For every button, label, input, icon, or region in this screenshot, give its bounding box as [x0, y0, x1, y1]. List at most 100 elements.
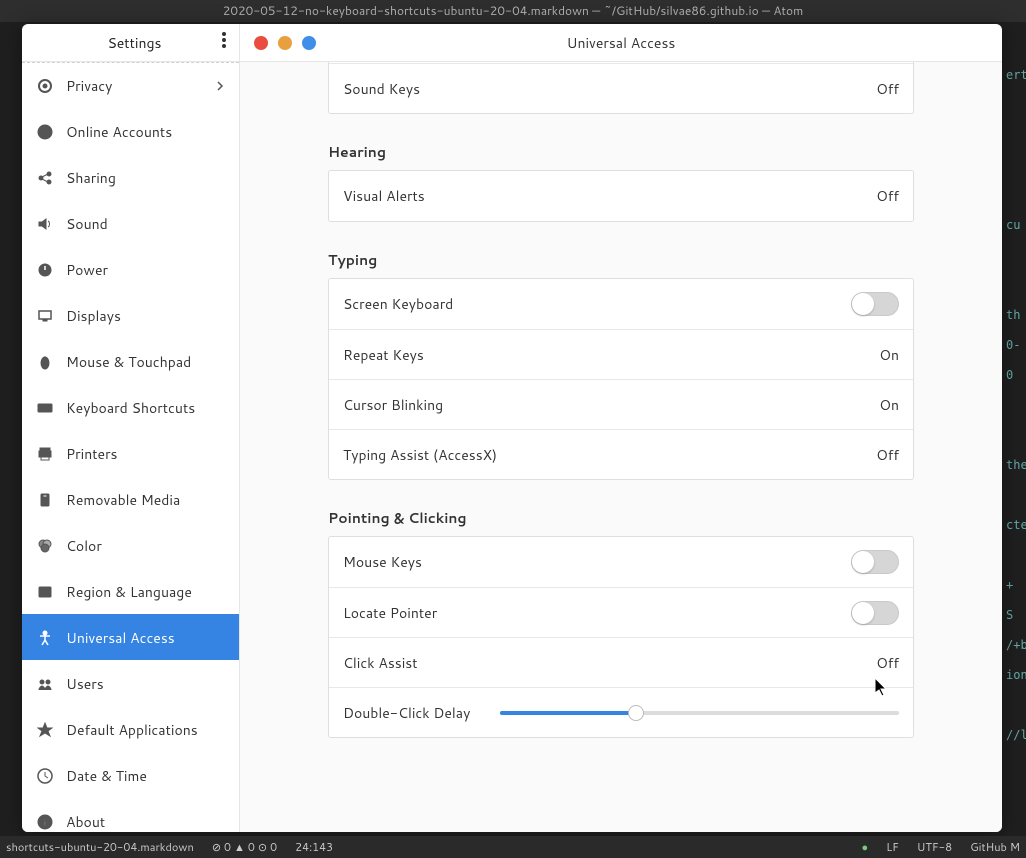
- sidebar-item-label: Removable Media: [66, 490, 180, 510]
- sidebar-item-sharing[interactable]: Sharing: [22, 154, 239, 200]
- page-title: Universal Access: [240, 33, 1002, 53]
- row-label: Locate Pointer: [343, 603, 437, 623]
- about-icon: i: [36, 813, 54, 831]
- status-diagnostics: ⊘ 0 ▲ 0 ⊙ 0: [212, 839, 277, 855]
- keyboard-shortcuts-icon: [36, 399, 54, 417]
- row-value: Off: [876, 186, 899, 206]
- row-sound-keys[interactable]: Sound Keys Off: [329, 63, 913, 113]
- settings-content[interactable]: Sound KeysOffHearingVisual AlertsOffTypi…: [240, 62, 1002, 832]
- sidebar-item-label: Keyboard Shortcuts: [66, 398, 195, 418]
- sidebar-item-removable-media[interactable]: Removable Media: [22, 476, 239, 522]
- sidebar-item-about[interactable]: i About: [22, 798, 239, 832]
- section-head-typing: Typing: [328, 250, 914, 270]
- sidebar-item-users[interactable]: Users: [22, 660, 239, 706]
- row-label: Mouse Keys: [343, 552, 422, 572]
- titlebar: Settings Universal Access: [22, 24, 1002, 62]
- row-value: Off: [876, 445, 899, 465]
- row-label: Cursor Blinking: [343, 395, 443, 415]
- sidebar-item-keyboard-shortcuts[interactable]: Keyboard Shortcuts: [22, 384, 239, 430]
- hamburger-menu-button[interactable]: [209, 24, 239, 62]
- sidebar-item-label: Default Applications: [66, 720, 198, 740]
- toggle-locate-pointer[interactable]: [851, 601, 899, 625]
- row-label: Screen Keyboard: [343, 294, 453, 314]
- region-language-icon: A: [36, 583, 54, 601]
- row-locate-pointer[interactable]: Locate Pointer: [329, 587, 913, 637]
- kebab-icon: [222, 32, 226, 53]
- sidebar-item-label: Sharing: [66, 168, 116, 188]
- sidebar-item-privacy[interactable]: Privacy: [22, 62, 239, 108]
- status-line-ending[interactable]: LF: [886, 839, 899, 855]
- slider-double-click-delay[interactable]: [500, 711, 899, 715]
- power-icon: [36, 261, 54, 279]
- sidebar-item-mouse-touchpad[interactable]: Mouse & Touchpad: [22, 338, 239, 384]
- privacy-icon: [36, 77, 54, 95]
- window-controls: [240, 36, 316, 50]
- users-icon: [36, 675, 54, 693]
- sidebar-item-sound[interactable]: Sound: [22, 200, 239, 246]
- row-label: Repeat Keys: [343, 345, 424, 365]
- sidebar-item-online-accounts[interactable]: @ Online Accounts: [22, 108, 239, 154]
- row-double-click-delay: Double-Click Delay: [329, 687, 913, 737]
- toggle-screen-keyboard[interactable]: [851, 292, 899, 316]
- sidebar-item-label: Online Accounts: [66, 122, 172, 142]
- sidebar-item-label: Users: [66, 674, 104, 694]
- svg-text:A: A: [42, 586, 48, 598]
- svg-text:@: @: [40, 126, 50, 140]
- settings-sidebar[interactable]: Privacy @ Online Accounts Sharing Sound Power…: [22, 62, 240, 832]
- row-label: Double-Click Delay: [343, 703, 470, 723]
- sidebar-item-label: About: [66, 812, 105, 832]
- row-value: Off: [876, 79, 899, 99]
- sidebar-item-label: Privacy: [66, 76, 112, 96]
- row-value: On: [879, 395, 899, 415]
- section-head-pointing-clicking: Pointing & Clicking: [328, 508, 914, 528]
- date-time-icon: [36, 767, 54, 785]
- sidebar-item-color[interactable]: Color: [22, 522, 239, 568]
- row-value: On: [879, 345, 899, 365]
- chevron-right-icon: [215, 76, 225, 96]
- color-icon: [36, 537, 54, 555]
- search-button[interactable]: [22, 24, 60, 62]
- row-repeat-keys[interactable]: Repeat Keys On: [329, 329, 913, 379]
- maximize-window-button[interactable]: [302, 36, 316, 50]
- status-language[interactable]: GitHub M: [970, 839, 1020, 855]
- close-window-button[interactable]: [254, 36, 268, 50]
- sidebar-item-label: Displays: [66, 306, 121, 326]
- row-label: Visual Alerts: [343, 186, 425, 206]
- status-encoding[interactable]: UTF-8: [917, 839, 952, 855]
- sidebar-item-region-language[interactable]: A Region & Language: [22, 568, 239, 614]
- sidebar-item-label: Date & Time: [66, 766, 147, 786]
- row-screen-keyboard[interactable]: Screen Keyboard: [329, 279, 913, 329]
- section-head-hearing: Hearing: [328, 142, 914, 162]
- sidebar-item-label: Color: [66, 536, 102, 556]
- row-label: Sound Keys: [343, 79, 420, 99]
- atom-status-bar: shortcuts-ubuntu-20-04.markdown ⊘ 0 ▲ 0 …: [0, 836, 1026, 858]
- sidebar-item-date-time[interactable]: Date & Time: [22, 752, 239, 798]
- sidebar-item-printers[interactable]: Printers: [22, 430, 239, 476]
- sidebar-item-default-applications[interactable]: Default Applications: [22, 706, 239, 752]
- mouse-touchpad-icon: [36, 353, 54, 371]
- row-value: Off: [876, 653, 899, 673]
- row-visual-alerts[interactable]: Visual Alerts Off: [329, 171, 913, 221]
- row-typing-assist-accessx-[interactable]: Typing Assist (AccessX)Off: [329, 429, 913, 479]
- svg-text:i: i: [44, 816, 47, 830]
- sidebar-item-label: Power: [66, 260, 108, 280]
- sound-icon: [36, 215, 54, 233]
- sidebar-item-universal-access[interactable]: Universal Access: [22, 614, 239, 660]
- row-cursor-blinking[interactable]: Cursor Blinking On: [329, 379, 913, 429]
- universal-access-icon: [36, 629, 54, 647]
- sidebar-item-label: Universal Access: [66, 628, 175, 648]
- default-applications-icon: [36, 721, 54, 739]
- sidebar-item-label: Printers: [66, 444, 118, 464]
- row-click-assist[interactable]: Click AssistOff: [329, 637, 913, 687]
- removable-media-icon: [36, 491, 54, 509]
- online-accounts-icon: @: [36, 123, 54, 141]
- toggle-mouse-keys[interactable]: [851, 550, 899, 574]
- sidebar-item-label: Region & Language: [66, 582, 192, 602]
- settings-window: Settings Universal Access Privacy @ Online…: [22, 24, 1002, 832]
- minimize-window-button[interactable]: [278, 36, 292, 50]
- sidebar-item-label: Sound: [66, 214, 108, 234]
- sidebar-item-label: Mouse & Touchpad: [66, 352, 191, 372]
- sidebar-item-power[interactable]: Power: [22, 246, 239, 292]
- sidebar-item-displays[interactable]: Displays: [22, 292, 239, 338]
- row-mouse-keys[interactable]: Mouse Keys: [329, 537, 913, 587]
